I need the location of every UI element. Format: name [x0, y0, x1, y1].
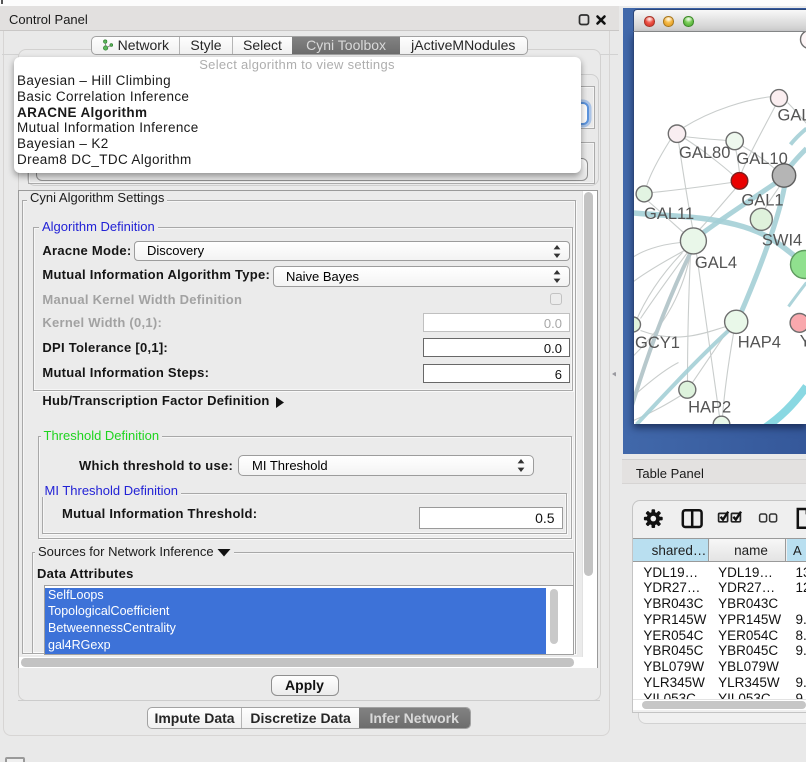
svg-text:GAL4: GAL4: [694, 254, 736, 272]
svg-text:YDR: YDR: [799, 332, 806, 350]
svg-text:GCY1: GCY1: [635, 334, 680, 352]
svg-text:GAL2: GAL2: [777, 106, 806, 124]
svg-text:HAP2: HAP2: [688, 398, 731, 416]
svg-text:GAL1: GAL1: [741, 191, 783, 209]
svg-text:GAL10: GAL10: [736, 150, 787, 168]
svg-text:HAP4: HAP4: [737, 333, 780, 351]
svg-text:GAL11: GAL11: [644, 205, 694, 223]
svg-text:GAL80: GAL80: [679, 144, 730, 162]
svg-text:SWI4: SWI4: [761, 231, 801, 249]
